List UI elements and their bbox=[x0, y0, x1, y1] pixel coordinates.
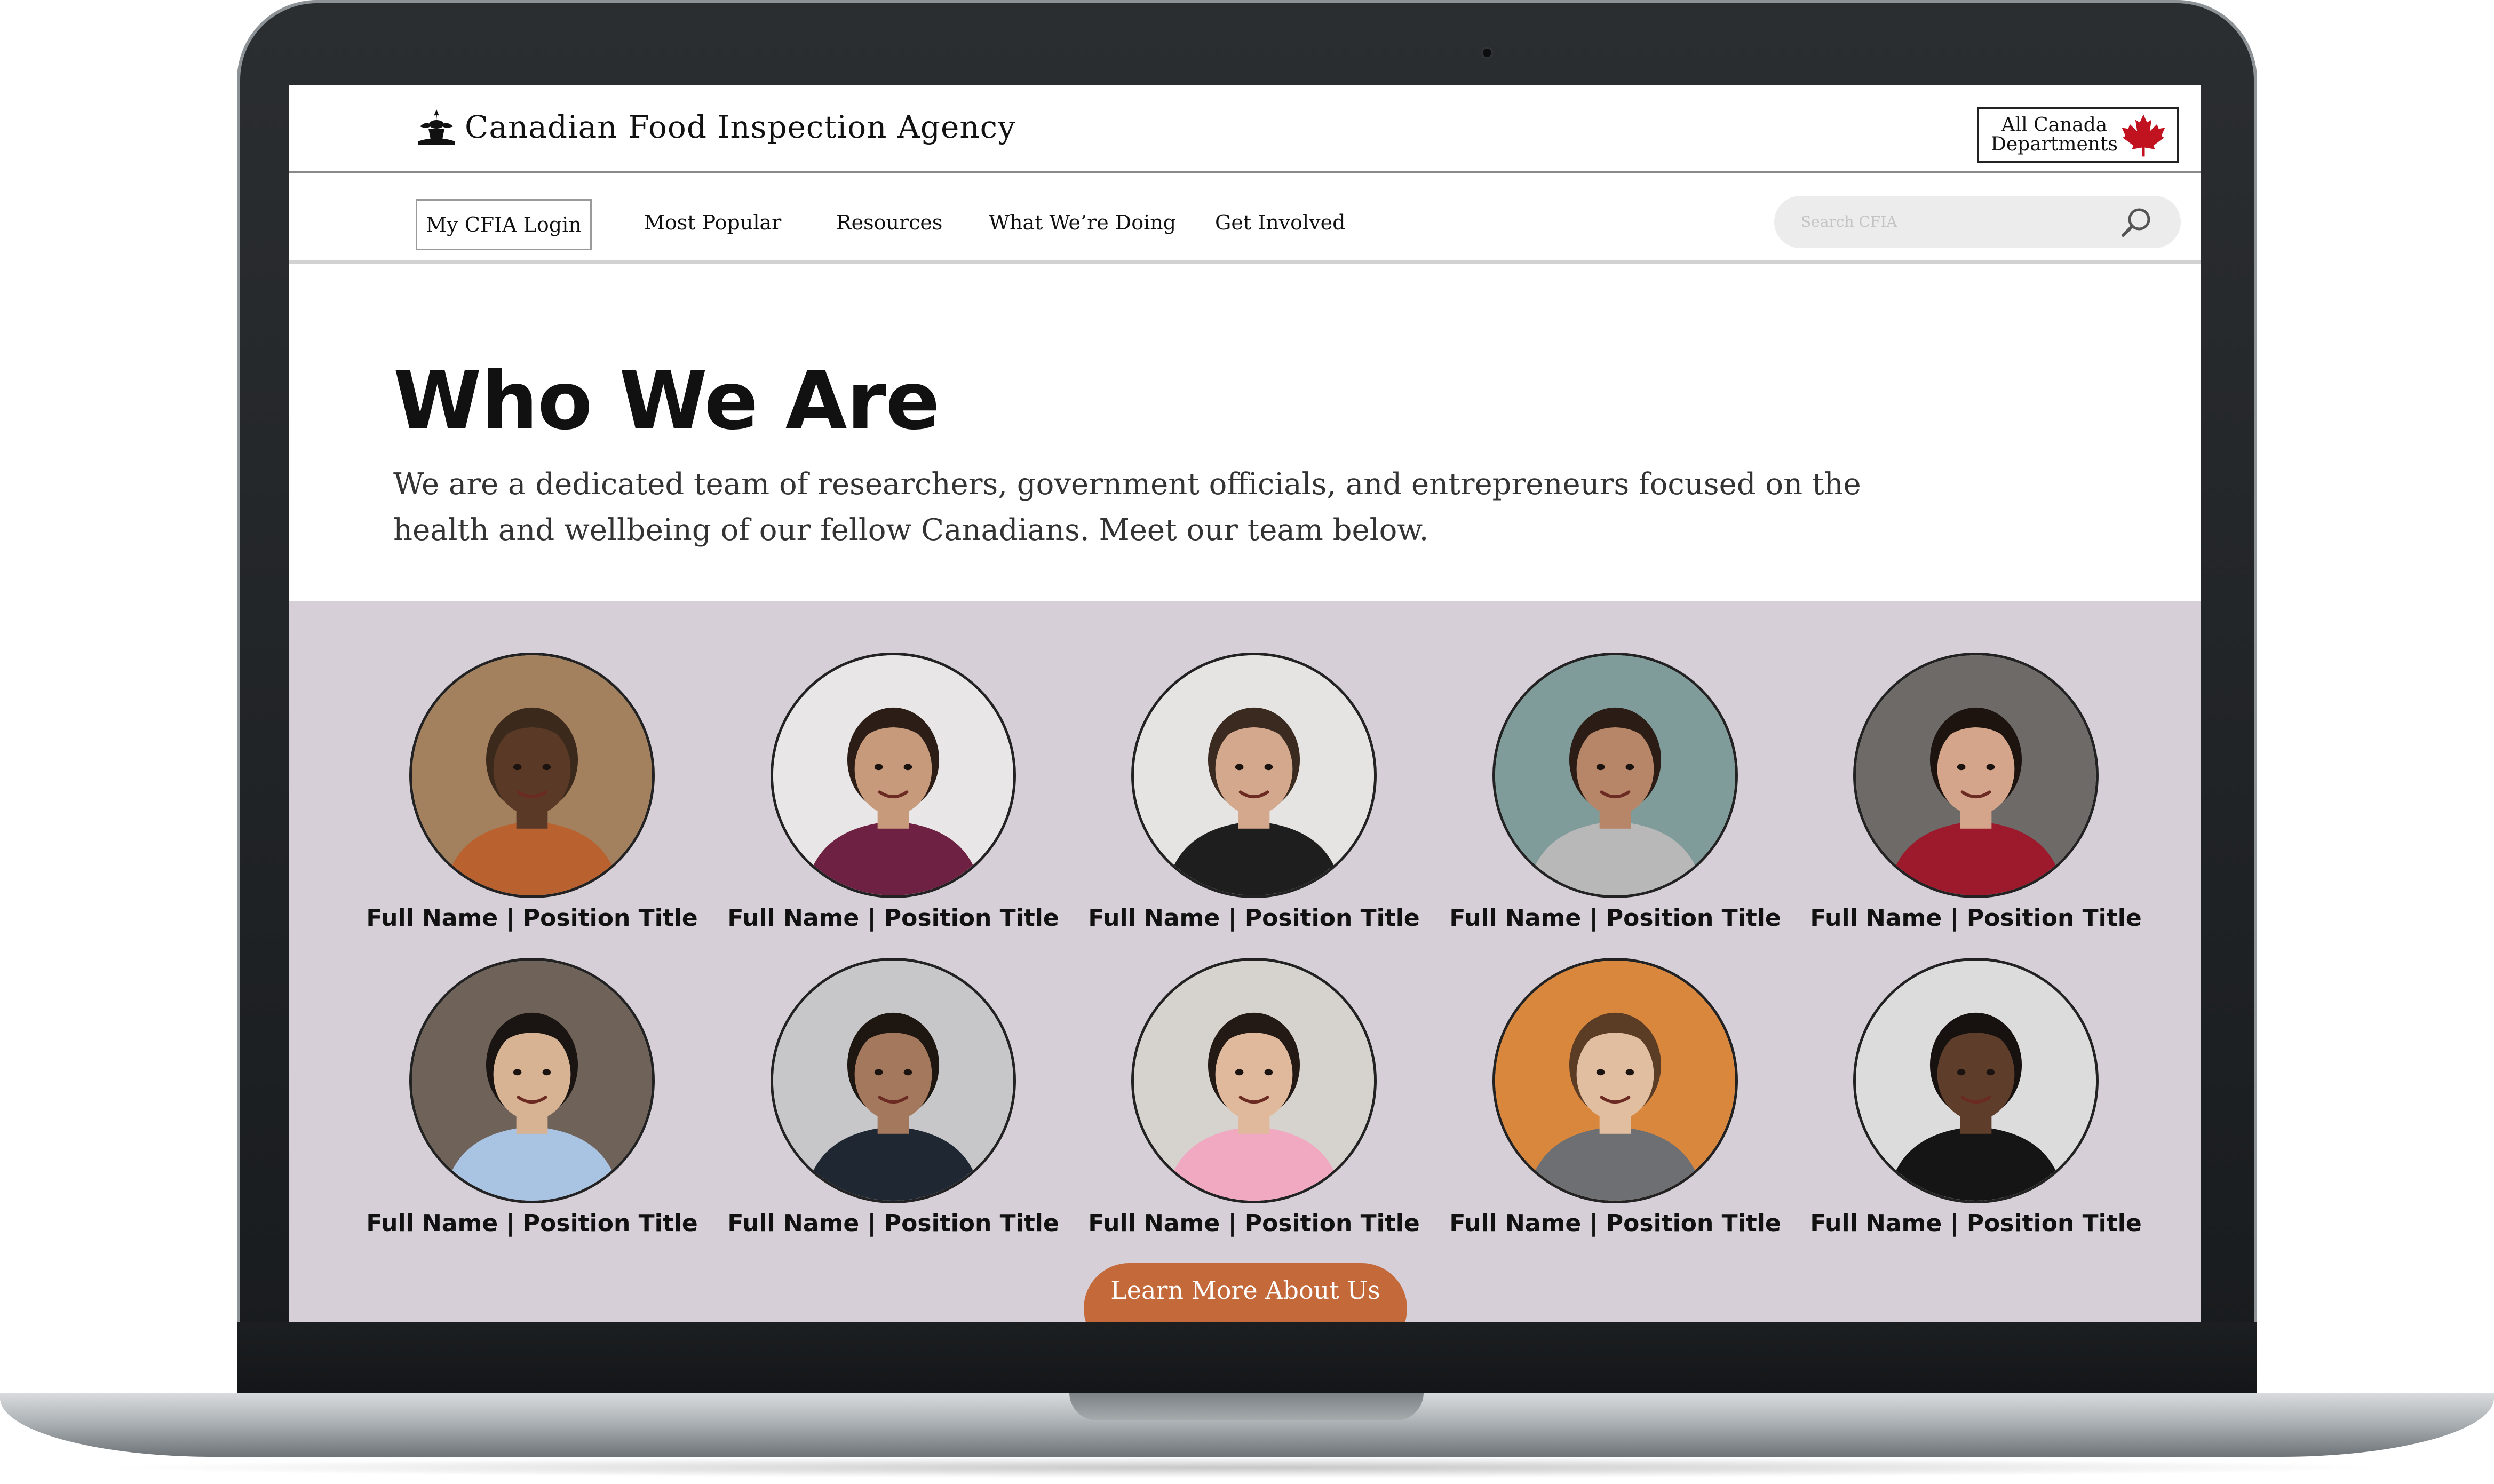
team-member-caption: Full Name | Position Title bbox=[366, 904, 698, 932]
team-member-photo bbox=[1492, 653, 1738, 898]
team-member-caption: Full Name | Position Title bbox=[1810, 904, 2142, 932]
team-member-photo bbox=[1492, 958, 1738, 1203]
search-icon[interactable] bbox=[2119, 205, 2154, 239]
nav-item-resources[interactable]: Resources bbox=[836, 211, 942, 234]
team-member-card[interactable]: Full Name | Position Title bbox=[1434, 958, 1797, 1257]
team-member-photo bbox=[409, 958, 655, 1203]
laptop-shadow bbox=[96, 1457, 2398, 1478]
page-title: Who We Are bbox=[393, 355, 940, 448]
learn-more-button[interactable]: Learn More About Us bbox=[1084, 1263, 1407, 1322]
team-member-card[interactable]: Full Name | Position Title bbox=[712, 653, 1075, 951]
team-member-card[interactable]: Full Name | Position Title bbox=[351, 653, 713, 951]
team-section: Full Name | Position Title Full Name | Po… bbox=[289, 601, 2201, 1322]
team-member-caption: Full Name | Position Title bbox=[1810, 1210, 2142, 1237]
search-bar bbox=[1774, 196, 2181, 248]
team-member-card[interactable]: Full Name | Position Title bbox=[1073, 653, 1435, 951]
team-member-photo bbox=[409, 653, 655, 898]
agency-logo-link[interactable]: Canadian Food Inspection Agency bbox=[416, 108, 1016, 146]
coat-of-arms-icon bbox=[418, 109, 455, 145]
team-member-card[interactable]: Full Name | Position Title bbox=[1794, 958, 2157, 1257]
team-member-card[interactable]: Full Name | Position Title bbox=[351, 958, 713, 1257]
all-canada-departments-label: All Canada Departments bbox=[1991, 114, 2118, 155]
site-header: Canadian Food Inspection Agency All Cana… bbox=[289, 85, 2201, 173]
nav-item-get-involved[interactable]: Get Involved bbox=[1215, 211, 1345, 234]
team-member-caption: Full Name | Position Title bbox=[366, 1210, 698, 1237]
team-member-card[interactable]: Full Name | Position Title bbox=[1794, 653, 2157, 951]
team-member-photo bbox=[1131, 958, 1377, 1203]
team-member-photo bbox=[1131, 653, 1377, 898]
team-member-caption: Full Name | Position Title bbox=[727, 1210, 1059, 1237]
team-member-card[interactable]: Full Name | Position Title bbox=[1073, 958, 1435, 1257]
maple-leaf-icon bbox=[2122, 114, 2165, 157]
team-member-caption: Full Name | Position Title bbox=[1449, 1210, 1781, 1237]
team-member-photo bbox=[1853, 653, 2099, 898]
agency-name: Canadian Food Inspection Agency bbox=[465, 109, 1016, 145]
team-member-caption: Full Name | Position Title bbox=[1449, 904, 1781, 932]
team-member-caption: Full Name | Position Title bbox=[727, 904, 1059, 932]
team-member-caption: Full Name | Position Title bbox=[1088, 1210, 1420, 1237]
team-member-photo bbox=[771, 653, 1016, 898]
hero-description: We are a dedicated team of researchers, … bbox=[393, 467, 1861, 547]
team-member-caption: Full Name | Position Title bbox=[1088, 904, 1420, 932]
webcam-icon bbox=[1481, 47, 1493, 59]
browser-viewport: Canadian Food Inspection Agency All Cana… bbox=[289, 85, 2201, 1322]
nav-item-most-popular[interactable]: Most Popular bbox=[644, 211, 781, 234]
team-member-card[interactable]: Full Name | Position Title bbox=[712, 958, 1075, 1257]
team-member-card[interactable]: Full Name | Position Title bbox=[1434, 653, 1797, 951]
search-input[interactable] bbox=[1800, 210, 2109, 233]
laptop-hinge-notch bbox=[1069, 1393, 1424, 1420]
hero-section: Who We Are We are a dedicated team of re… bbox=[289, 264, 2201, 601]
team-member-photo bbox=[1853, 958, 2099, 1203]
main-navigation: My CFIA Login Most Popular Resources Wha… bbox=[289, 173, 2201, 264]
nav-item-what-were-doing[interactable]: What We’re Doing bbox=[989, 211, 1176, 234]
my-cfia-login-button[interactable]: My CFIA Login bbox=[416, 199, 592, 250]
team-member-photo bbox=[771, 958, 1016, 1203]
all-canada-departments-button[interactable]: All Canada Departments bbox=[1977, 107, 2179, 163]
